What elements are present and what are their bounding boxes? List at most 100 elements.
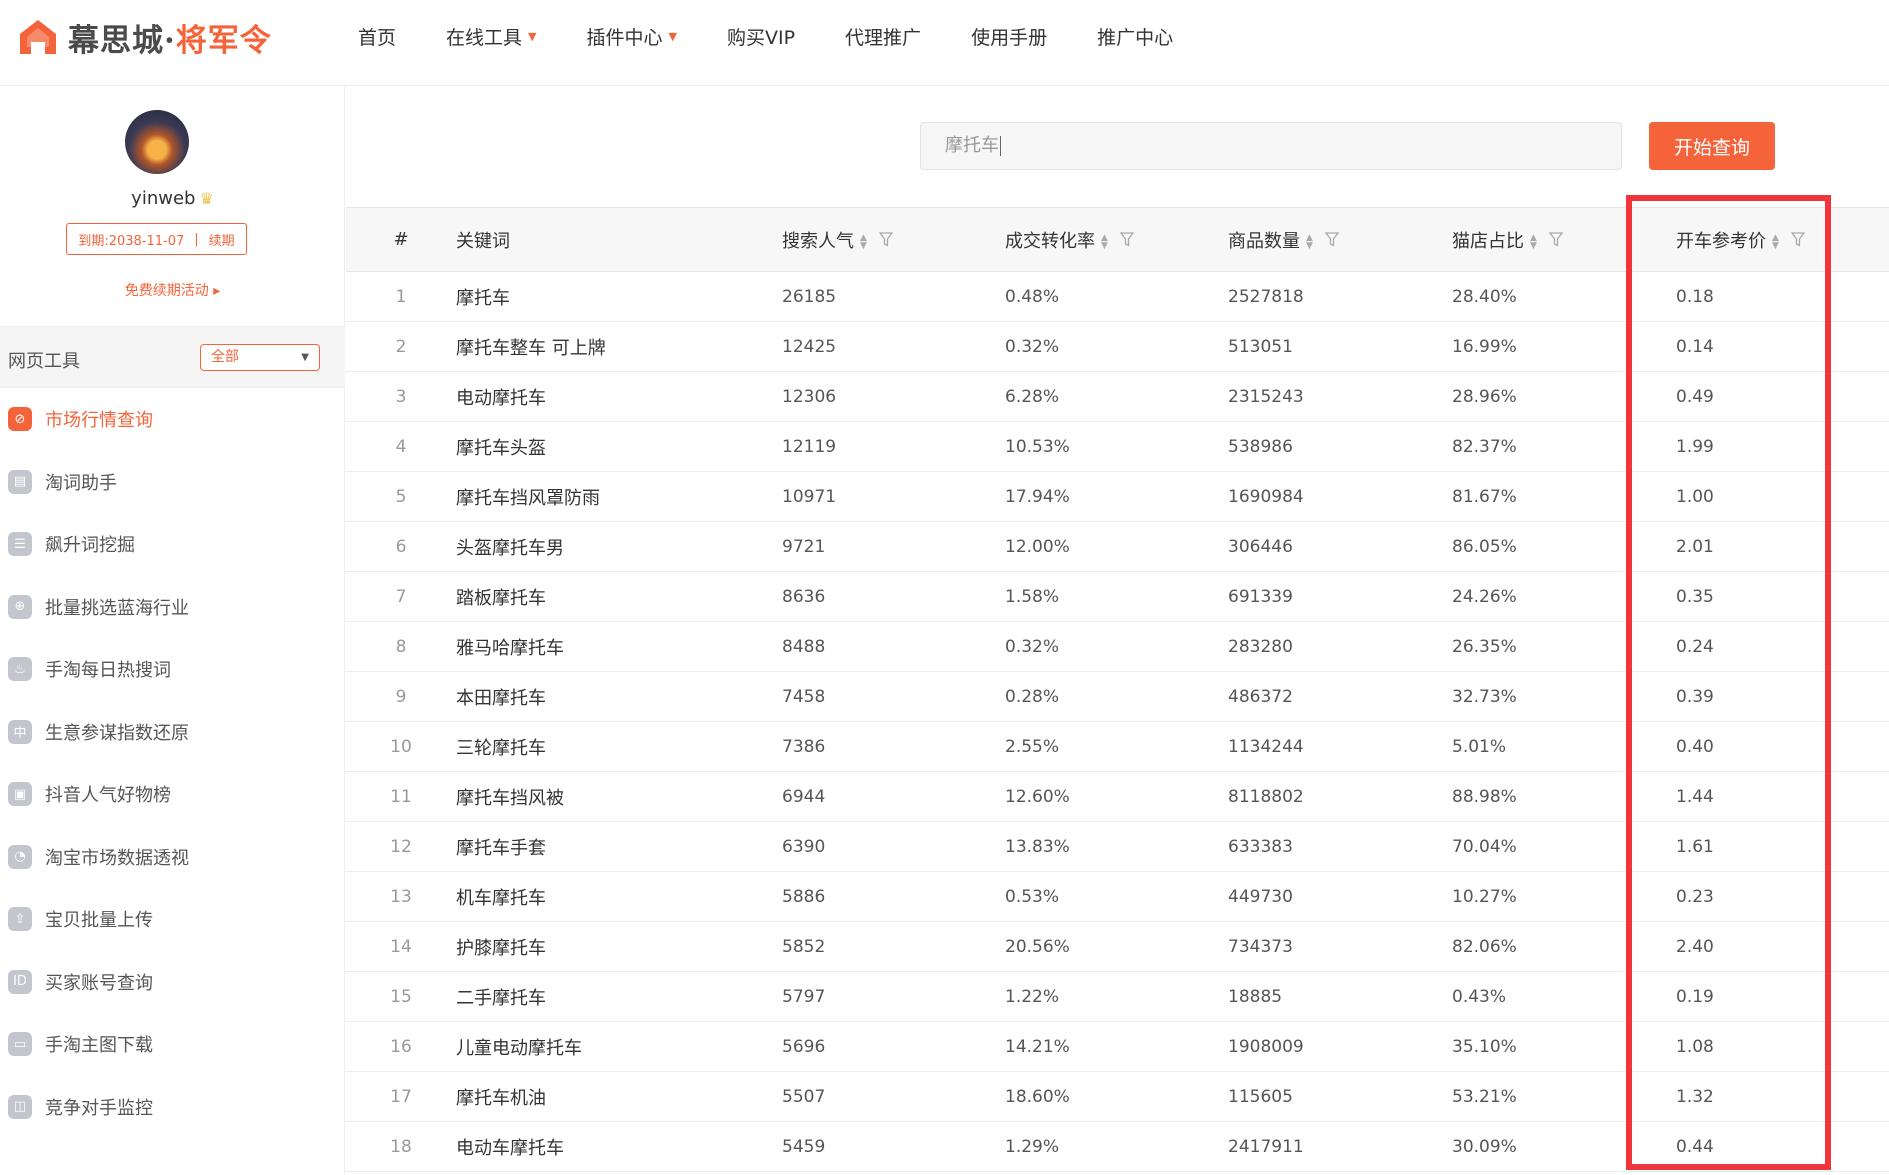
filter-icon[interactable]: [1119, 231, 1135, 252]
search-popularity-cell: 7386: [782, 736, 826, 757]
nav-item-2[interactable]: 插件中心 ▼: [587, 23, 677, 50]
tmall-ratio-cell: 81.67%: [1452, 486, 1517, 507]
sort-icon[interactable]: ▲ ▼: [1306, 233, 1313, 250]
row-index: 18: [390, 1136, 412, 1157]
table-body: 1 摩托车 26185 0.48% 2527818 28.40% 0.18 2 摩托车整车 可上…: [346, 272, 1889, 1172]
row-index: 6: [395, 536, 407, 557]
ad-price-cell: 1.32: [1676, 1086, 1714, 1107]
keyword-cell: 摩托车头盔: [456, 437, 546, 459]
nav-item-1[interactable]: 在线工具 ▼: [446, 23, 536, 50]
conversion-rate-cell: 18.60%: [1005, 1086, 1070, 1107]
keyword-cell: 三轮摩托车: [456, 737, 546, 759]
sidebar-item-2[interactable]: ☰ 飙升词挖掘: [0, 513, 345, 576]
conversion-rate-cell: 17.94%: [1005, 486, 1070, 507]
sidebar-item-6[interactable]: ▣ 抖音人气好物榜: [0, 763, 345, 826]
renew-link[interactable]: 续期: [209, 230, 235, 249]
row-index: 4: [395, 436, 407, 457]
table-row: 14 护膝摩托车 5852 20.56% 734373 82.06% 2.40: [346, 922, 1889, 972]
column-header-6[interactable]: 开车参考价 ▲ ▼: [1676, 208, 1889, 272]
nav-item-0[interactable]: 首页: [358, 23, 396, 50]
row-index: 2: [395, 336, 407, 357]
ad-price-cell: 2.01: [1676, 536, 1714, 557]
sort-icon[interactable]: ▲ ▼: [1772, 233, 1779, 250]
nav-item-4[interactable]: 代理推广: [845, 23, 921, 50]
sidebar-item-label: 宝贝批量上传: [45, 910, 153, 932]
avatar[interactable]: [125, 110, 189, 174]
sort-icon[interactable]: ▲ ▼: [1101, 233, 1108, 250]
caret-down-icon: ▼: [528, 29, 537, 43]
product-count-cell: 691339: [1228, 586, 1293, 607]
filter-icon[interactable]: [1324, 231, 1340, 252]
row-index: 16: [390, 1036, 412, 1057]
ad-price-cell: 0.39: [1676, 686, 1714, 707]
free-renew-link[interactable]: 免费续期活动 ▸: [0, 280, 345, 300]
tmall-ratio-cell: 82.06%: [1452, 936, 1517, 957]
column-header-3[interactable]: 成交转化率 ▲ ▼: [1005, 208, 1228, 272]
table-row: 7 踏板摩托车 8636 1.58% 691339 24.26% 0.35: [346, 572, 1889, 622]
sidebar-item-1[interactable]: ▤ 淘词助手: [0, 451, 345, 514]
row-index: 7: [395, 586, 407, 607]
tools-header: 网页工具 全部 ▼: [0, 326, 345, 388]
filter-icon[interactable]: [1548, 231, 1564, 252]
column-header-4[interactable]: 商品数量 ▲ ▼: [1228, 208, 1452, 272]
sidebar-item-9[interactable]: ID 买家账号查询: [0, 951, 345, 1014]
row-index: 3: [395, 386, 407, 407]
column-header-label: 搜索人气: [782, 230, 854, 252]
filter-icon[interactable]: [878, 231, 894, 252]
sidebar-item-0[interactable]: ⊘ 市场行情查询: [0, 388, 345, 451]
globe-icon: ⊕: [8, 594, 32, 619]
sidebar-item-10[interactable]: ▭ 手淘主图下载: [0, 1013, 345, 1076]
tmall-ratio-cell: 0.43%: [1452, 986, 1507, 1007]
conversion-rate-cell: 14.21%: [1005, 1036, 1070, 1057]
sidebar-item-3[interactable]: ⊕ 批量挑选蓝海行业: [0, 576, 345, 639]
sidebar-item-4[interactable]: ♨ 手淘每日热搜词: [0, 638, 345, 701]
keyword-cell: 摩托车: [456, 287, 510, 309]
table-row: 6 头盔摩托车男 9721 12.00% 306446 86.05% 2.01: [346, 522, 1889, 572]
sidebar-item-label: 抖音人气好物榜: [45, 785, 171, 807]
nav-item-6[interactable]: 推广中心: [1097, 23, 1173, 50]
table-row: 8 雅马哈摩托车 8488 0.32% 283280 26.35% 0.24: [346, 622, 1889, 672]
list-icon: ☰: [8, 532, 32, 557]
nav-item-label: 插件中心: [586, 26, 663, 49]
ad-price-cell: 1.99: [1676, 436, 1714, 457]
keyword-cell: 儿童电动摩托车: [456, 1037, 582, 1059]
sidebar-item-5[interactable]: 中生意参谋指数还原: [0, 701, 345, 764]
sidebar-item-7[interactable]: ◔ 淘宝市场数据透视: [0, 826, 345, 889]
search-popularity-cell: 12119: [782, 436, 837, 457]
search-popularity-cell: 5886: [782, 886, 826, 907]
ad-price-cell: 1.61: [1676, 836, 1714, 857]
keyword-cell: 摩托车手套: [456, 837, 546, 859]
search-button[interactable]: 开始查询: [1649, 122, 1775, 170]
product-count-cell: 449730: [1228, 886, 1293, 907]
search-popularity-cell: 12425: [782, 336, 837, 357]
nav-item-3[interactable]: 购买VIP: [727, 23, 795, 50]
sort-icon[interactable]: ▲ ▼: [1530, 233, 1537, 250]
table-row: 17 摩托车机油 5507 18.60% 115605 53.21% 1.32: [346, 1072, 1889, 1122]
top-navbar: 幕思城·将军令 首页 在线工具 ▼ 插件中心 ▼ 购买VIP 代理推广 使用手册 推广中心: [0, 0, 1889, 86]
sort-icon[interactable]: ▲ ▼: [860, 233, 867, 250]
search-input[interactable]: 摩托车: [920, 122, 1622, 170]
column-header-label: #: [393, 229, 409, 250]
brand-logo[interactable]: 幕思城·将军令: [18, 14, 272, 60]
search-popularity-cell: 5852: [782, 936, 826, 957]
row-index: 8: [395, 636, 407, 657]
sidebar-item-11[interactable]: ◫ 竞争对手监控: [0, 1076, 345, 1139]
tmall-ratio-cell: 82.37%: [1452, 436, 1517, 457]
ad-price-cell: 0.49: [1676, 386, 1714, 407]
table-row: 15 二手摩托车 5797 1.22% 18885 0.43% 0.19: [346, 972, 1889, 1022]
sidebar-item-8[interactable]: ⇪ 宝贝批量上传: [0, 888, 345, 951]
caret-down-icon: ▼: [301, 352, 309, 363]
keyword-cell: 二手摩托车: [456, 987, 546, 1009]
column-header-2[interactable]: 搜索人气 ▲ ▼: [782, 208, 1005, 272]
tools-filter-select[interactable]: 全部 ▼: [200, 344, 320, 371]
row-index: 12: [390, 836, 412, 857]
nav-item-5[interactable]: 使用手册: [971, 23, 1047, 50]
nav-item-label: 首页: [358, 26, 397, 49]
filter-icon[interactable]: [1790, 231, 1806, 252]
search-popularity-cell: 8488: [782, 636, 826, 657]
search-popularity-cell: 5797: [782, 986, 826, 1007]
conversion-rate-cell: 20.56%: [1005, 936, 1070, 957]
sidebar-item-label: 批量挑选蓝海行业: [45, 597, 189, 619]
column-header-5[interactable]: 猫店占比 ▲ ▼: [1452, 208, 1676, 272]
tmall-ratio-cell: 5.01%: [1452, 736, 1507, 757]
